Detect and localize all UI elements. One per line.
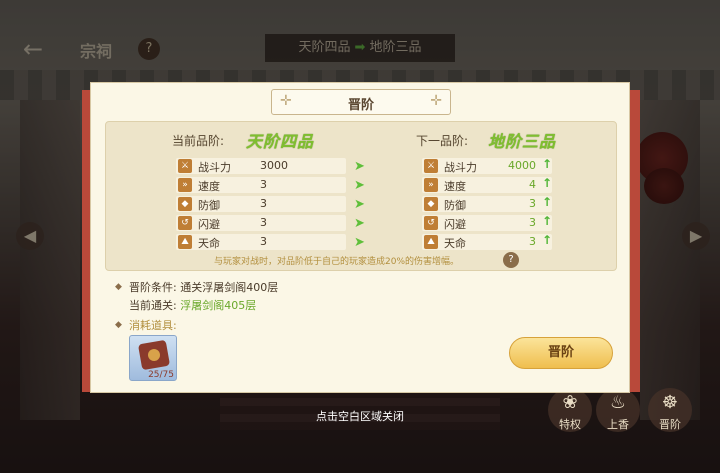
stat-name: 天命 [198, 237, 220, 250]
arrow-right-icon: ➤ [354, 216, 365, 231]
shield-icon: ◆ [178, 197, 192, 211]
up-arrow-icon: ↑ [542, 157, 553, 171]
diamond-bullet-icon: ◆ [115, 320, 122, 330]
up-arrow-icon: ↑ [542, 214, 553, 228]
arrow-right-icon: ➤ [354, 159, 365, 174]
item-slot[interactable]: 25/75 [129, 335, 177, 381]
condition-value: 通关浮屠剑阁400层 [180, 281, 279, 294]
arrow-right-icon: ➤ [354, 197, 365, 212]
stat-name-next: 战斗力 [444, 161, 477, 174]
stat-current-value: 3000 [260, 159, 288, 172]
current-rank-value: 天阶四品 [246, 132, 315, 151]
close-hint: 点击空白区域关闭 [316, 410, 404, 423]
up-arrow-icon: ↑ [542, 176, 553, 190]
stat-next-value: 3 [529, 235, 536, 248]
boot-icon: » [424, 178, 438, 192]
sword-icon: ⚔ [424, 159, 438, 173]
stat-row: » 速度 3 ➤ » 速度 4 ↑ [106, 176, 618, 195]
stat-name-next: 防御 [444, 199, 466, 212]
boot-icon: » [178, 178, 192, 192]
token-icon [137, 339, 171, 371]
condition-label: 晋阶条件: [129, 281, 177, 294]
stat-next-value: 4000 [508, 159, 536, 172]
stat-current-value: 3 [260, 197, 267, 210]
sword-icon: ⚔ [178, 159, 192, 173]
dialog-title-bar: ✛ 晋阶 ✛ [271, 89, 451, 115]
diamond-bullet-icon: ◆ [115, 282, 122, 292]
arrow-right-icon: ➤ [354, 235, 365, 250]
advance-condition: 晋阶条件: 通关浮屠剑阁400层 [129, 279, 278, 295]
consume-label: 消耗道具: [129, 319, 177, 332]
stat-next-value: 3 [529, 216, 536, 229]
stat-current-value: 3 [260, 235, 267, 248]
stat-current-value: 3 [260, 216, 267, 229]
dodge-icon: ↺ [424, 216, 438, 230]
stat-next-value: 4 [529, 178, 536, 191]
stat-next-value: 3 [529, 197, 536, 210]
stat-name: 战斗力 [198, 161, 231, 174]
dialog-title: 晋阶 [347, 98, 374, 113]
current-rank-label: 当前品阶: [172, 134, 225, 148]
arrow-right-icon: ➤ [354, 178, 365, 193]
next-rank-value: 地阶三品 [488, 132, 557, 151]
stats-panel: 当前品阶: 天阶四品 下一品阶: 地阶三品 ⚔ 战斗力 3000 ➤ ⚔ 战斗力… [105, 121, 617, 271]
stat-name: 防御 [198, 199, 220, 212]
fate-icon: ⛰ [178, 235, 192, 249]
next-rank-label: 下一品阶: [416, 134, 469, 148]
up-arrow-icon: ↑ [542, 195, 553, 209]
up-arrow-icon: ↑ [542, 233, 553, 247]
advance-dialog: ✛ 晋阶 ✛ 当前品阶: 天阶四品 下一品阶: 地阶三品 ⚔ 战斗力 3000 … [90, 82, 630, 393]
stat-name-next: 天命 [444, 237, 466, 250]
cleared-label: 当前通关: [129, 299, 177, 312]
item-count: 25/75 [148, 370, 174, 380]
stat-row: ↺ 闪避 3 ➤ ↺ 闪避 3 ↑ [106, 214, 618, 233]
advance-button[interactable]: 晋阶 [509, 337, 613, 369]
stat-name: 速度 [198, 180, 220, 193]
stat-name-next: 速度 [444, 180, 466, 193]
shield-icon: ◆ [424, 197, 438, 211]
stat-name: 闪避 [198, 218, 220, 231]
dodge-icon: ↺ [178, 216, 192, 230]
help-icon[interactable]: ? [503, 252, 519, 268]
stat-row: ⛰ 天命 3 ➤ ⛰ 天命 3 ↑ [106, 233, 618, 252]
stat-row: ◆ 防御 3 ➤ ◆ 防御 3 ↑ [106, 195, 618, 214]
fate-icon: ⛰ [424, 235, 438, 249]
stat-name-next: 闪避 [444, 218, 466, 231]
cleared-value: 浮屠剑阁405层 [180, 299, 257, 312]
ornament-right-icon: ✛ [430, 93, 442, 109]
pvp-bonus-note: 与玩家对战时，对品阶低于自己的玩家造成20%的伤害增幅。 [214, 257, 460, 267]
stat-row: ⚔ 战斗力 3000 ➤ ⚔ 战斗力 4000 ↑ [106, 157, 618, 176]
stat-current-value: 3 [260, 178, 267, 191]
current-cleared: 当前通关: 浮屠剑阁405层 [129, 297, 256, 313]
